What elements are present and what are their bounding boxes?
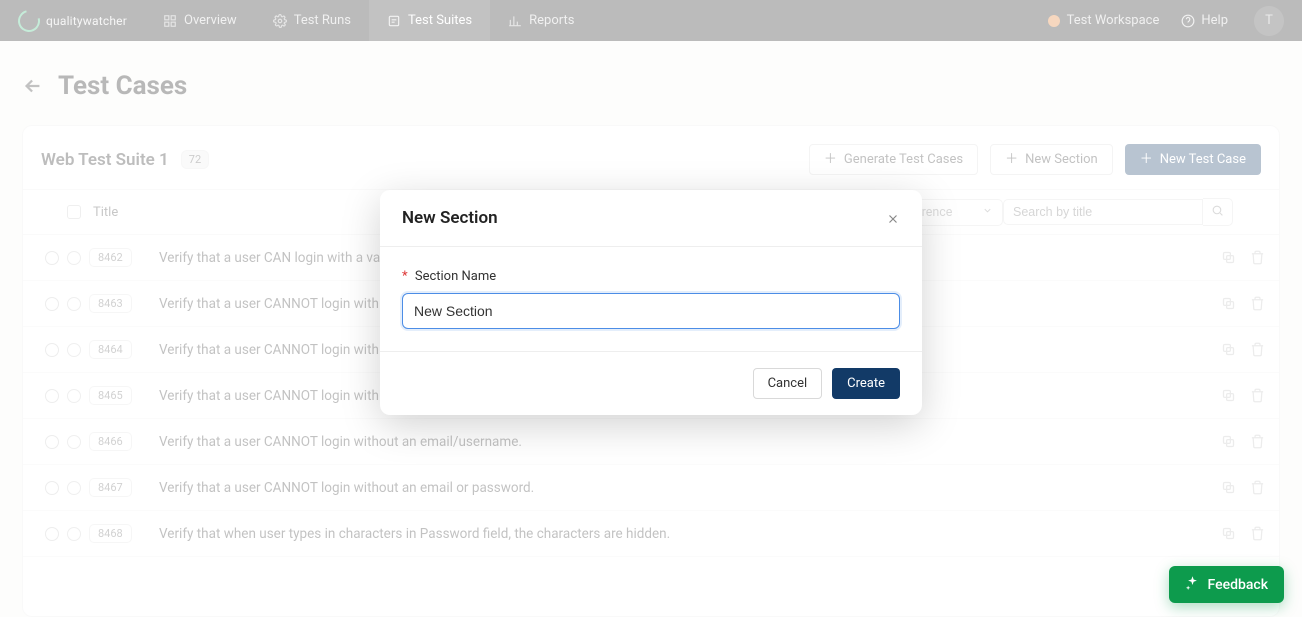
sparkle-icon [1185, 575, 1200, 594]
modal-overlay[interactable]: New Section * Section Name Cancel Create [0, 0, 1302, 617]
section-name-input[interactable] [402, 293, 900, 329]
section-name-label: * Section Name [402, 269, 900, 284]
create-button[interactable]: Create [832, 368, 900, 399]
feedback-button[interactable]: Feedback [1169, 566, 1284, 603]
cancel-label: Cancel [768, 376, 808, 391]
modal-foot: Cancel Create [380, 351, 922, 415]
feedback-label: Feedback [1208, 577, 1268, 593]
close-icon[interactable] [886, 211, 900, 225]
create-label: Create [847, 376, 885, 391]
required-asterisk: * [402, 269, 408, 284]
modal-body: * Section Name [380, 247, 922, 351]
section-name-label-text: Section Name [415, 269, 496, 284]
modal-title: New Section [402, 208, 498, 228]
new-section-modal: New Section * Section Name Cancel Create [380, 190, 922, 415]
modal-head: New Section [380, 190, 922, 246]
cancel-button[interactable]: Cancel [753, 368, 823, 399]
